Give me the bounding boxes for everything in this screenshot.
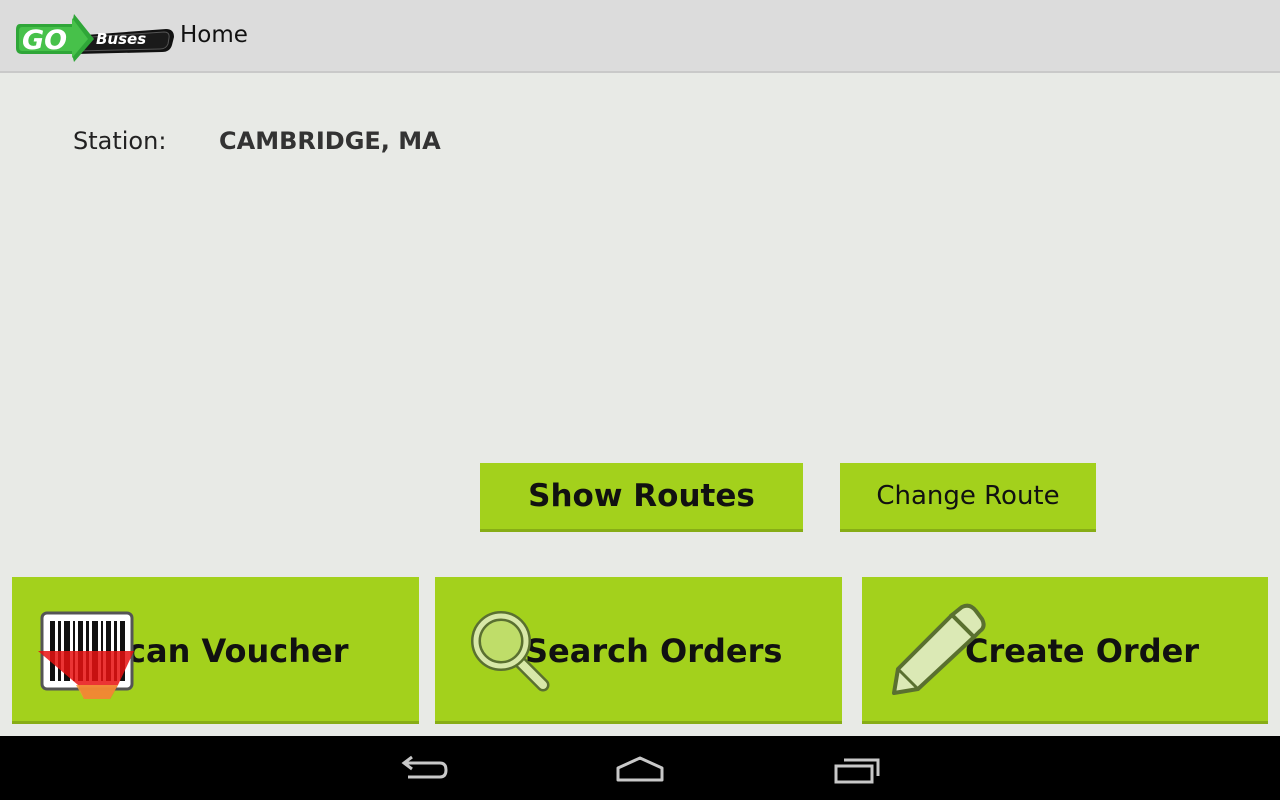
pencil-icon	[892, 603, 986, 695]
back-icon[interactable]	[396, 754, 452, 784]
scan-voucher-label: can Voucher	[127, 632, 349, 670]
search-orders-label: Search Orders	[525, 632, 783, 670]
page-title: Home	[180, 22, 248, 48]
home-icon[interactable]	[612, 754, 668, 784]
magnifier-icon	[471, 611, 550, 692]
system-nav-bar	[0, 736, 1280, 800]
change-route-label: Change Route	[876, 481, 1060, 511]
station-value: CAMBRIDGE, MA	[219, 127, 441, 155]
svg-text:Buses: Buses	[96, 30, 146, 48]
create-order-button[interactable]: Create Order	[862, 577, 1268, 724]
station-label: Station:	[73, 127, 167, 155]
search-orders-button[interactable]: Search Orders	[435, 577, 842, 724]
change-route-button[interactable]: Change Route	[840, 463, 1096, 532]
create-order-label: Create Order	[965, 632, 1200, 670]
recent-apps-icon[interactable]	[830, 754, 886, 784]
show-routes-label: Show Routes	[528, 478, 755, 514]
scan-voucher-button[interactable]: can Voucher	[12, 577, 419, 724]
action-bar: Buses GO Home	[0, 0, 1280, 73]
go-buses-logo[interactable]: Buses GO	[14, 12, 174, 64]
barcode-scan-icon	[38, 611, 134, 699]
svg-text:GO: GO	[22, 25, 67, 56]
show-routes-button[interactable]: Show Routes	[480, 463, 803, 532]
